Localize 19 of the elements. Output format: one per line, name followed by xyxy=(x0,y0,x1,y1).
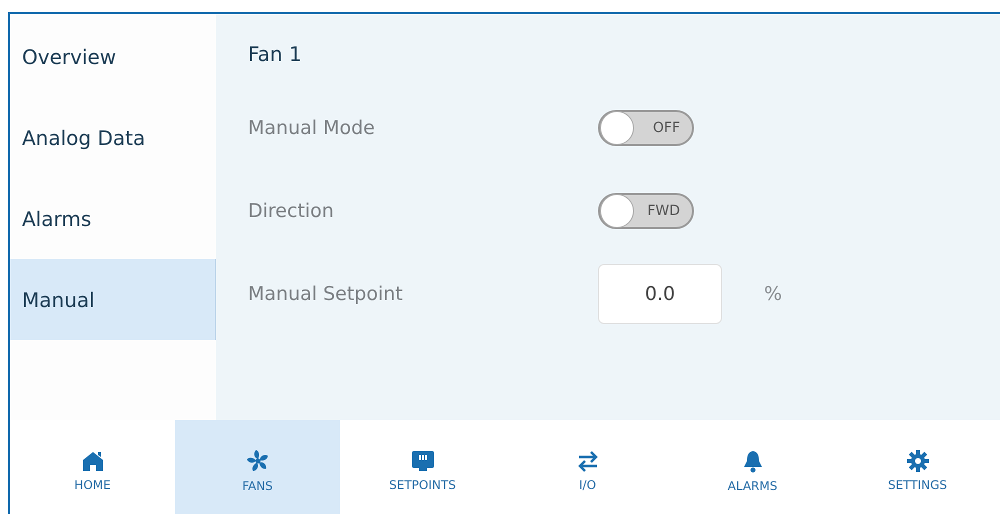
field-label: Manual Setpoint xyxy=(248,282,404,304)
sidebar-item[interactable]: Alarms xyxy=(10,178,216,259)
setpoint-field[interactable]: 0.0 xyxy=(598,264,722,324)
sidebar-item[interactable]: Manual xyxy=(10,259,216,340)
sidebar-item[interactable]: Overview xyxy=(10,16,216,97)
panel-title: Fan 1 xyxy=(248,42,303,68)
nav-tab[interactable]: FANS xyxy=(175,420,340,514)
toggle-switch[interactable]: FWD xyxy=(598,192,694,228)
settings-icon xyxy=(906,450,928,472)
port-icon xyxy=(410,450,434,472)
toggle-switch[interactable]: OFF xyxy=(598,110,694,146)
sidebar-item[interactable]: Analog Data xyxy=(10,97,216,178)
fan-icon xyxy=(246,449,270,473)
bell-icon xyxy=(742,449,764,473)
field-label: Manual Mode xyxy=(248,116,376,138)
swap-arrows-icon xyxy=(576,450,600,472)
field-label: Direction xyxy=(248,200,335,222)
unit-label: % xyxy=(764,282,782,304)
home-icon xyxy=(82,450,104,472)
